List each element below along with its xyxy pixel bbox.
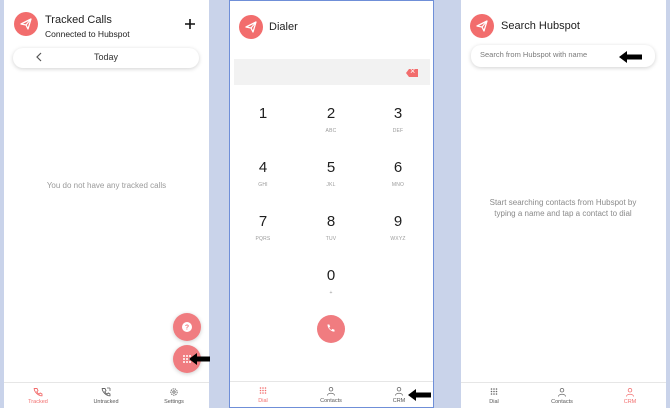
- tab-contacts[interactable]: Contacts: [301, 386, 361, 404]
- app-logo: [239, 15, 263, 39]
- page-title: Tracked Calls: [45, 14, 112, 26]
- connection-status: Connected to Hubspot: [45, 29, 130, 39]
- dial-key-4[interactable]: 4 GHI: [238, 159, 288, 188]
- tab-label: Settings: [164, 399, 184, 405]
- tab-untracked[interactable]: Untracked: [76, 387, 136, 405]
- dialpad-icon: [259, 387, 267, 394]
- tracked-calls-screen: Tracked Calls Connected to Hubspot Today…: [4, 0, 209, 408]
- send-icon: [245, 21, 257, 33]
- bottom-tab-bar: Dial Contacts CRM: [230, 381, 433, 407]
- dial-key-3[interactable]: 3 DEF: [373, 105, 423, 134]
- tab-tracked[interactable]: Tracked: [8, 387, 68, 405]
- phone-icon: [33, 388, 43, 397]
- tab-dial[interactable]: Dial: [233, 386, 293, 404]
- backspace-icon[interactable]: [406, 69, 418, 77]
- app-logo: [14, 12, 38, 36]
- help-button[interactable]: ?: [173, 313, 201, 341]
- dial-key-6[interactable]: 6 MNO: [373, 159, 423, 188]
- tab-contacts[interactable]: Contacts: [532, 387, 592, 405]
- phone-icon: [327, 324, 335, 332]
- app-logo: [470, 14, 494, 38]
- dialpad-icon: [490, 388, 498, 395]
- send-icon: [20, 18, 32, 30]
- call-button[interactable]: [317, 315, 345, 343]
- dial-key-2[interactable]: 2 ABC: [306, 105, 356, 134]
- tab-settings[interactable]: Settings: [144, 387, 204, 405]
- date-label: Today: [93, 52, 119, 62]
- crm-icon: [395, 387, 403, 396]
- tab-label: CRM: [623, 399, 637, 405]
- tab-label: Contacts: [551, 399, 573, 405]
- dial-key-5[interactable]: 5 JKL: [306, 159, 356, 188]
- number-display[interactable]: [234, 59, 430, 85]
- dial-key-8[interactable]: 8 TUV: [306, 213, 356, 242]
- tab-label: Contacts: [320, 398, 342, 404]
- send-icon: [476, 20, 488, 32]
- annotation-arrow-icon: [189, 353, 210, 365]
- date-selector: Today: [13, 48, 199, 68]
- dial-key-9[interactable]: 9 WXYZ: [373, 213, 423, 242]
- annotation-arrow-icon: [619, 51, 642, 63]
- dial-key-7[interactable]: 7 PQRS: [238, 213, 288, 242]
- dial-key-1[interactable]: 1: [238, 105, 288, 128]
- tab-label: Untracked: [93, 399, 119, 405]
- bottom-tab-bar: Dial Contacts CRM: [461, 382, 666, 408]
- dial-key-0[interactable]: 0 +: [306, 267, 356, 296]
- bottom-tab-bar: Tracked Untracked Settings: [4, 382, 209, 408]
- tab-label: Dial: [258, 398, 268, 404]
- annotation-arrow-icon: [408, 389, 431, 401]
- tab-dial[interactable]: Dial: [464, 387, 524, 405]
- person-icon: [558, 388, 566, 397]
- tab-label: Dial: [489, 399, 499, 405]
- tab-crm[interactable]: CRM: [600, 387, 660, 405]
- search-input[interactable]: [480, 50, 620, 59]
- tab-label: Tracked: [28, 399, 48, 405]
- page-title: Dialer: [269, 21, 298, 33]
- empty-state-text: Start searching contacts from Hubspot by…: [489, 198, 637, 218]
- page-title: Search Hubspot: [501, 20, 580, 32]
- help-icon: ?: [182, 322, 192, 332]
- svg-text:?: ?: [185, 325, 189, 332]
- plus-icon[interactable]: [183, 17, 197, 31]
- crm-icon: [626, 388, 634, 397]
- phone-incoming-icon: [101, 387, 111, 397]
- person-icon: [327, 387, 335, 396]
- dialer-screen: Dialer 1 2ABC 3DEF 4GHI 5JKL 6MNO 7PQRS …: [229, 0, 434, 408]
- empty-state-text: You do not have any tracked calls: [46, 181, 167, 190]
- gear-icon: [170, 388, 178, 396]
